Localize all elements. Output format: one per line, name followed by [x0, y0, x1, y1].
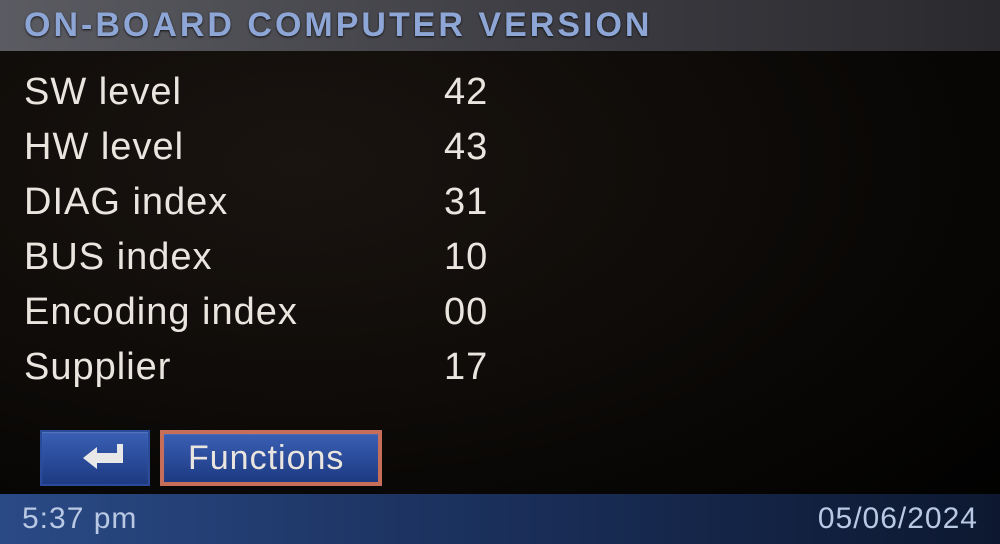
screen: ON-BOARD COMPUTER VERSION SW level 42 HW… [0, 0, 1000, 544]
row-label: Encoding index [24, 291, 444, 334]
row-label: Supplier [24, 346, 444, 389]
row-value: 42 [444, 71, 488, 114]
row-value: 43 [444, 126, 488, 169]
row-value: 17 [444, 346, 488, 389]
list-item: Supplier 17 [24, 346, 976, 389]
list-item: SW level 42 [24, 71, 976, 114]
row-value: 10 [444, 236, 488, 279]
clock-date: 05/06/2024 [818, 502, 978, 536]
page-title: ON-BOARD COMPUTER VERSION [24, 6, 976, 45]
list-item: BUS index 10 [24, 236, 976, 279]
row-label: DIAG index [24, 181, 444, 224]
list-item: DIAG index 31 [24, 181, 976, 224]
header-bar: ON-BOARD COMPUTER VERSION [0, 0, 1000, 51]
list-item: HW level 43 [24, 126, 976, 169]
back-button[interactable] [40, 430, 150, 486]
return-icon [63, 438, 127, 478]
row-label: SW level [24, 71, 444, 114]
row-label: BUS index [24, 236, 444, 279]
functions-label: Functions [188, 439, 344, 478]
version-list: SW level 42 HW level 43 DIAG index 31 BU… [0, 51, 1000, 422]
clock-time: 5:37 pm [22, 502, 137, 536]
row-label: HW level [24, 126, 444, 169]
row-value: 00 [444, 291, 488, 334]
functions-button[interactable]: Functions [160, 430, 382, 486]
list-item: Encoding index 00 [24, 291, 976, 334]
status-bar: 5:37 pm 05/06/2024 [0, 494, 1000, 544]
row-value: 31 [444, 181, 488, 224]
button-bar: Functions [0, 422, 1000, 494]
